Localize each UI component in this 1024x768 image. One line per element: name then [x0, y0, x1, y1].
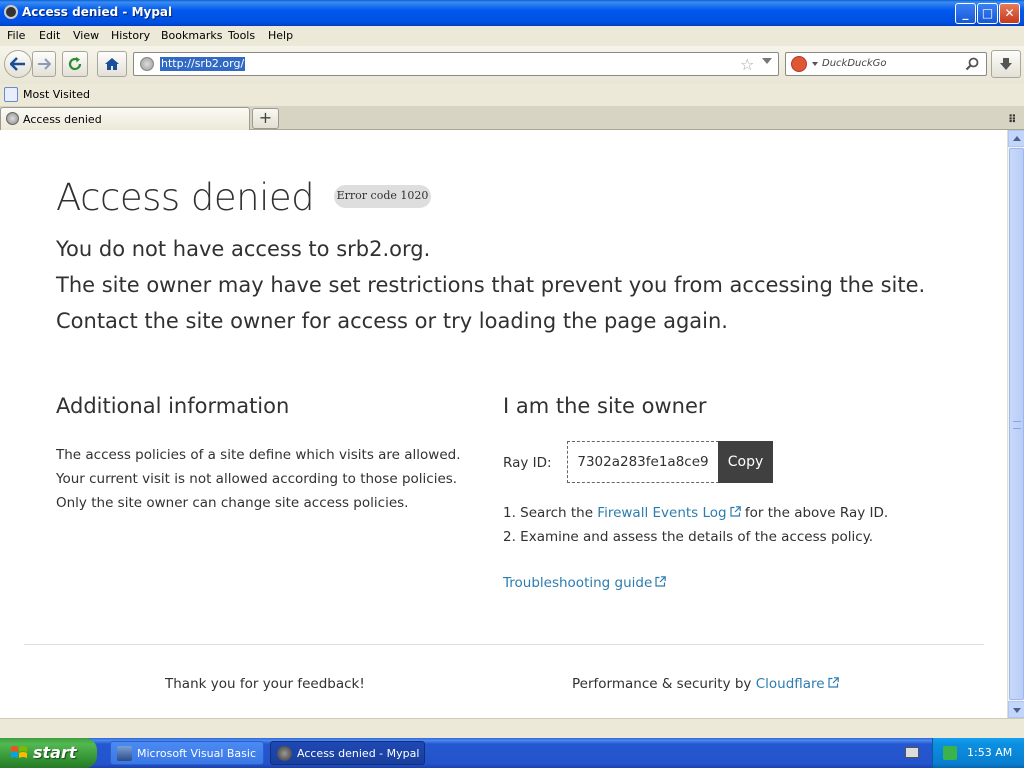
forward-arrow-icon — [38, 58, 51, 70]
scroll-up-arrow-icon — [1013, 136, 1021, 141]
menu-help[interactable]: Help — [268, 29, 293, 42]
scroll-thumb[interactable] — [1009, 148, 1024, 700]
scroll-down-button[interactable] — [1008, 701, 1024, 718]
taskbar-item-mypal[interactable]: Access denied - Mypal — [270, 741, 425, 765]
mypal-app-icon — [4, 5, 18, 19]
clock[interactable]: 1:53 AM — [967, 746, 1012, 759]
bookmarks-toolbar: Most Visited — [0, 84, 1024, 106]
menu-bar: File Edit View History Bookmarks Tools H… — [0, 26, 1024, 46]
lead-line-1: You do not have access to srb2.org. — [56, 237, 431, 261]
engine-dropdown-icon[interactable] — [812, 62, 818, 66]
menu-history[interactable]: History — [111, 29, 150, 42]
scroll-grip-icon — [1013, 421, 1021, 429]
error-code-badge: Error code 1020 — [334, 185, 431, 208]
firewall-events-log-link[interactable]: Firewall Events Log — [597, 505, 741, 521]
search-box[interactable]: DuckDuckGo — [785, 52, 987, 76]
external-link-icon — [655, 576, 667, 587]
windows-taskbar: start Microsoft Visual Basic Access deni… — [0, 738, 1024, 768]
visual-basic-icon — [117, 746, 132, 761]
network-tray-icon[interactable] — [943, 746, 957, 760]
site-owner-heading: I am the site owner — [503, 394, 707, 418]
status-bar — [0, 718, 1024, 738]
minimize-button[interactable]: _ — [955, 3, 976, 24]
window-title: Access denied - Mypal — [22, 5, 173, 19]
downloads-button[interactable] — [991, 50, 1021, 78]
windows-flag-icon — [11, 746, 27, 758]
page-content: Access denied Error code 1020 You do not… — [0, 130, 1007, 718]
bookmark-star-icon[interactable]: ☆ — [740, 55, 754, 74]
back-button[interactable] — [4, 50, 32, 78]
taskbar-item-visual-basic[interactable]: Microsoft Visual Basic — [110, 741, 264, 765]
performance-credit: Performance & security by Cloudflare — [572, 676, 839, 692]
step-1-prefix: 1. Search the — [503, 505, 598, 521]
back-arrow-icon — [10, 57, 25, 71]
step-1: 1. Search the Firewall Events Log for th… — [503, 501, 888, 525]
maximize-button[interactable]: □ — [977, 3, 998, 24]
site-identity-icon[interactable] — [140, 57, 154, 71]
download-arrow-icon — [1000, 58, 1012, 70]
forward-button[interactable] — [32, 51, 56, 77]
tab-globe-icon — [6, 112, 19, 125]
most-visited-icon[interactable] — [4, 87, 18, 102]
additional-info-heading: Additional information — [56, 394, 290, 418]
taskbar-item-label: Microsoft Visual Basic — [137, 747, 257, 760]
info-line: Only the site owner can change site acce… — [56, 495, 409, 511]
performance-prefix: Performance & security by — [572, 676, 756, 692]
menu-bookmarks[interactable]: Bookmarks — [161, 29, 222, 42]
footer-divider — [24, 644, 984, 645]
reload-button[interactable] — [62, 51, 88, 77]
step-1-suffix: for the above Ray ID. — [740, 505, 889, 521]
reload-icon — [68, 57, 82, 71]
vertical-scrollbar[interactable] — [1007, 130, 1024, 718]
page-title: Access denied — [56, 176, 315, 219]
scroll-down-arrow-icon — [1013, 708, 1021, 713]
url-history-dropdown-icon[interactable] — [762, 58, 772, 64]
firewall-events-log-label: Firewall Events Log — [597, 505, 727, 521]
mypal-icon — [277, 746, 292, 761]
scroll-up-button[interactable] — [1008, 130, 1024, 147]
owner-steps: 1. Search the Firewall Events Log for th… — [503, 501, 888, 549]
tab-access-denied[interactable]: Access denied — [0, 107, 250, 130]
menu-view[interactable]: View — [73, 29, 99, 42]
ray-id-label: Ray ID: — [503, 455, 552, 471]
tab-label: Access denied — [23, 113, 102, 126]
system-tray: 1:53 AM — [932, 738, 1024, 768]
url-text[interactable]: http://srb2.org/ — [160, 57, 246, 71]
lead-line-2: The site owner may have set restrictions… — [56, 273, 926, 297]
menu-file[interactable]: File — [7, 29, 25, 42]
info-line: The access policies of a site define whi… — [56, 447, 461, 463]
tab-bar: Access denied + ⠿ — [0, 106, 1024, 130]
additional-info-text: The access policies of a site define whi… — [56, 443, 476, 515]
most-visited-link[interactable]: Most Visited — [23, 88, 90, 101]
menu-tools[interactable]: Tools — [228, 29, 255, 42]
external-link-icon — [828, 677, 839, 688]
home-button[interactable] — [97, 51, 127, 77]
duckduckgo-engine-icon[interactable] — [791, 56, 807, 72]
address-bar[interactable]: http://srb2.org/ ☆ — [133, 52, 779, 76]
search-placeholder: DuckDuckGo — [822, 58, 887, 69]
new-tab-button[interactable]: + — [252, 108, 279, 129]
step-2: 2. Examine and assess the details of the… — [503, 529, 874, 545]
info-line: Your current visit is not allowed accord… — [56, 471, 458, 487]
home-icon — [105, 58, 119, 70]
menu-edit[interactable]: Edit — [39, 29, 60, 42]
lead-line-3: Contact the site owner for access or try… — [56, 309, 728, 333]
close-button[interactable]: ✕ — [999, 3, 1020, 24]
troubleshooting-guide-link[interactable]: Troubleshooting guide — [503, 575, 667, 591]
taskbar-item-label: Access denied - Mypal — [297, 747, 420, 760]
start-button[interactable]: start — [0, 738, 97, 768]
keyboard-language-icon[interactable] — [905, 747, 919, 758]
list-all-tabs-icon[interactable]: ⠿ — [1008, 113, 1017, 126]
feedback-text: Thank you for your feedback! — [165, 676, 365, 692]
start-label: start — [33, 743, 77, 762]
cloudflare-link[interactable]: Cloudflare — [756, 676, 839, 692]
troubleshooting-label: Troubleshooting guide — [503, 575, 653, 591]
window-titlebar[interactable]: Access denied - Mypal _ □ ✕ — [0, 0, 1024, 26]
search-icon[interactable] — [965, 57, 979, 71]
copy-ray-id-button[interactable]: Copy — [718, 441, 773, 483]
external-link-icon — [730, 506, 741, 517]
ray-id-value[interactable]: 7302a283fe1a8ce9 — [567, 441, 719, 483]
cloudflare-label: Cloudflare — [755, 676, 825, 692]
